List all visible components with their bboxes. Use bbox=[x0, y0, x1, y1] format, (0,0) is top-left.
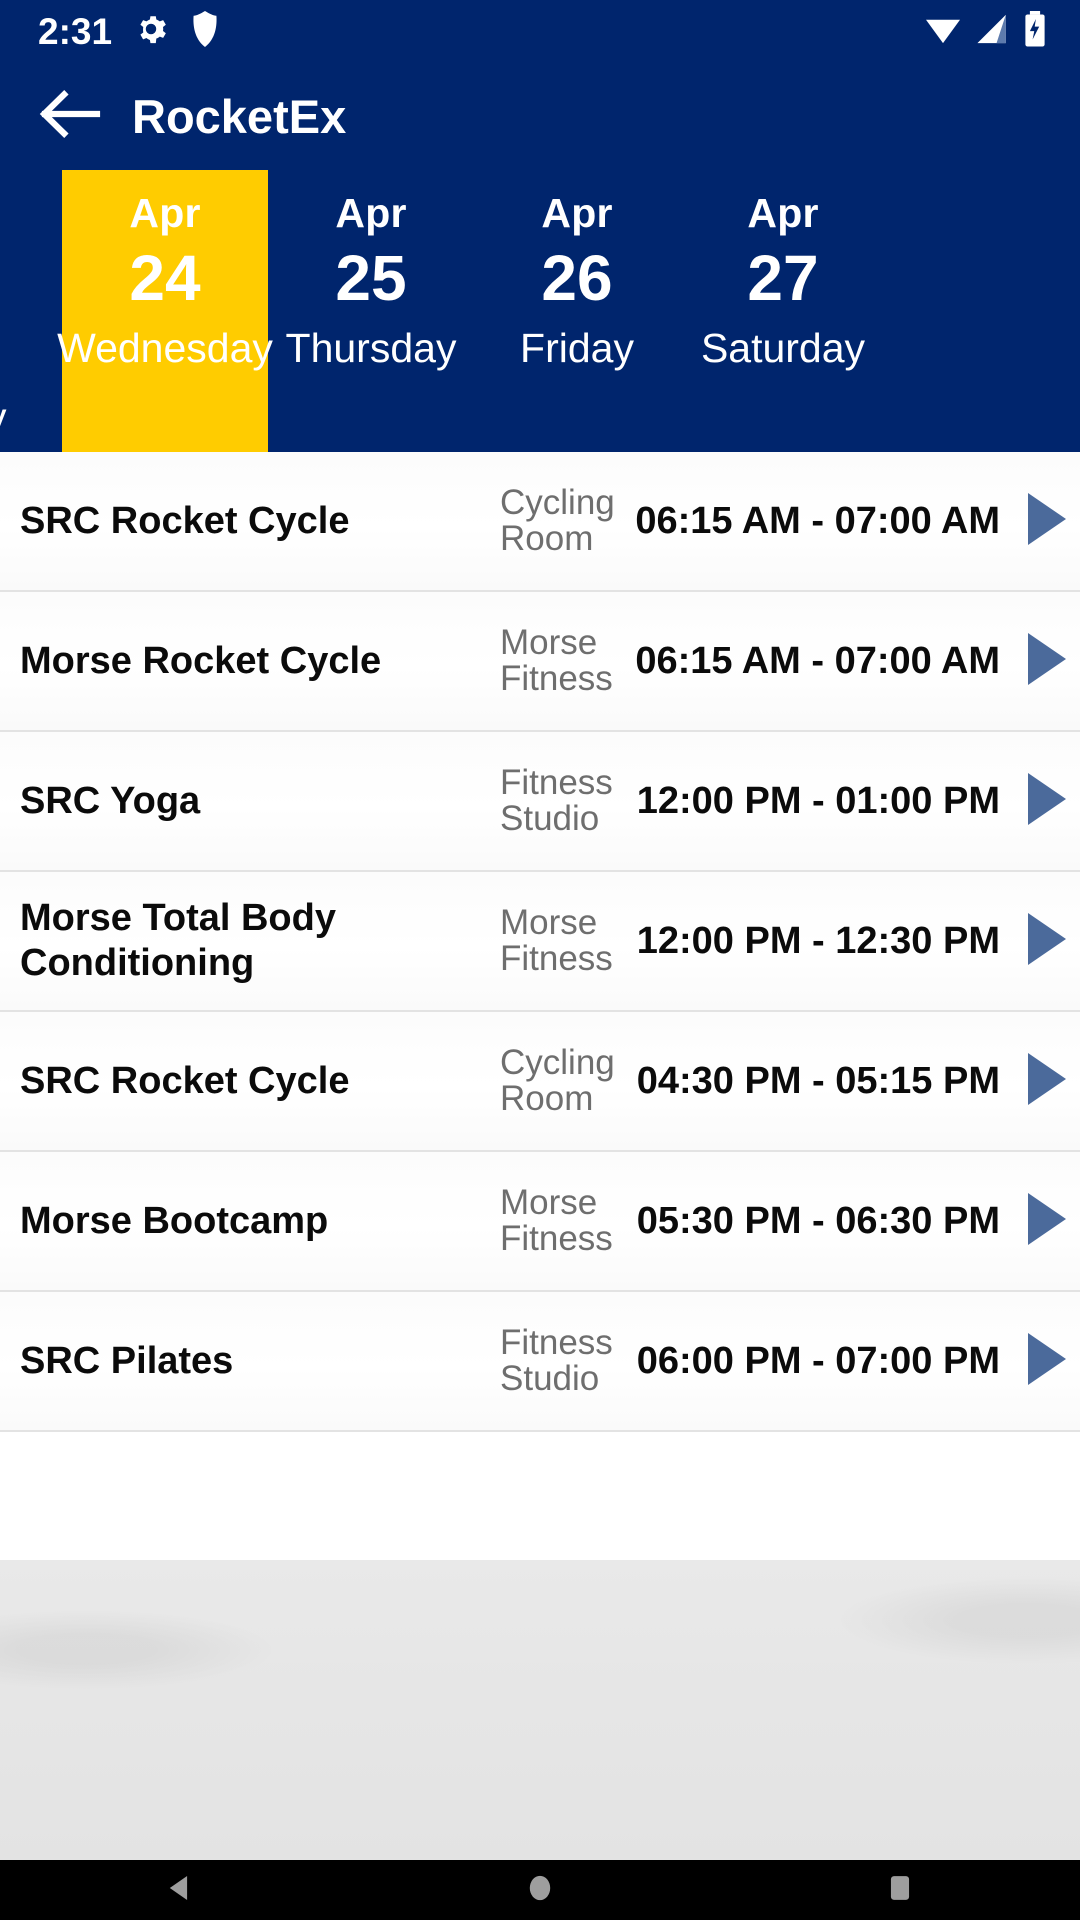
schedule-row[interactable]: SRC Pilates Fitness Studio 06:00 PM - 07:0… bbox=[0, 1292, 1080, 1432]
class-location: Morse Fitness bbox=[500, 623, 613, 698]
class-name: Morse Bootcamp bbox=[20, 1199, 329, 1242]
schedule-row[interactable]: Morse Bootcamp Morse Fitness 05:30 PM - 06… bbox=[0, 1152, 1080, 1292]
row-open-button[interactable] bbox=[1014, 490, 1080, 553]
date-tab-day: 26 bbox=[541, 242, 613, 315]
date-tab-day: 27 bbox=[747, 242, 819, 315]
status-bar-left: 2:31 bbox=[0, 10, 220, 52]
home-nav-button[interactable] bbox=[480, 1860, 600, 1920]
square-recents-icon bbox=[883, 1871, 917, 1910]
schedule-row[interactable]: SRC Rocket Cycle Cycling Room 06:15 AM - 0… bbox=[0, 452, 1080, 592]
battery-charging-icon bbox=[1024, 10, 1046, 52]
gear-icon bbox=[134, 12, 168, 51]
recents-nav-button[interactable] bbox=[840, 1860, 960, 1920]
date-tab-partial[interactable]: y bbox=[0, 170, 62, 452]
date-tab-weekday: Thursday bbox=[285, 324, 457, 371]
system-navigation-bar bbox=[0, 1860, 1080, 1920]
back-arrow-icon bbox=[39, 88, 101, 145]
row-open-button[interactable] bbox=[1014, 1050, 1080, 1113]
status-bar: 2:31 bbox=[0, 0, 1080, 62]
class-location: Cycling Room bbox=[500, 1043, 615, 1118]
date-tab-day: 25 bbox=[335, 242, 407, 315]
play-arrow-icon bbox=[1024, 910, 1070, 973]
class-time-range: 05:30 PM - 06:30 PM bbox=[636, 1199, 1000, 1242]
class-name: Morse Rocket Cycle bbox=[20, 639, 382, 682]
class-time-range: 06:00 PM - 07:00 PM bbox=[636, 1339, 1000, 1382]
date-tab-weekday: Friday bbox=[520, 324, 634, 371]
class-location: Cycling Room bbox=[500, 483, 615, 558]
play-arrow-icon bbox=[1024, 1050, 1070, 1113]
class-location: Morse Fitness bbox=[500, 903, 613, 978]
date-tab-month: Apr bbox=[129, 190, 201, 236]
play-arrow-icon bbox=[1024, 1330, 1070, 1393]
play-arrow-icon bbox=[1024, 1190, 1070, 1253]
date-tab-25[interactable]: Apr 25 Thursday bbox=[268, 170, 474, 452]
date-tab-26[interactable]: Apr 26 Friday bbox=[474, 170, 680, 452]
date-tab-row: yApr24WednesdayApr25ThursdayApr26FridayA… bbox=[0, 170, 886, 472]
shield-icon bbox=[190, 10, 220, 52]
date-tab-day: 24 bbox=[129, 242, 201, 315]
date-tab-strip[interactable]: yApr24WednesdayApr25ThursdayApr26FridayA… bbox=[0, 170, 1080, 472]
class-name: SRC Yoga bbox=[20, 779, 201, 822]
status-bar-clock: 2:31 bbox=[38, 10, 113, 52]
class-time-range: 04:30 PM - 05:15 PM bbox=[636, 1059, 1000, 1102]
class-time-range: 06:15 AM - 07:00 AM bbox=[635, 639, 1000, 682]
back-button[interactable] bbox=[22, 68, 118, 164]
class-time-range: 12:00 PM - 12:30 PM bbox=[636, 919, 1000, 962]
page-title: RocketEx bbox=[132, 89, 347, 143]
play-arrow-icon bbox=[1024, 770, 1070, 833]
app-bar: RocketEx bbox=[0, 62, 1080, 170]
date-tab-month: Apr bbox=[747, 190, 819, 236]
wifi-icon bbox=[924, 12, 962, 51]
schedule-row[interactable]: SRC Rocket Cycle Cycling Room 04:30 PM - 0… bbox=[0, 1012, 1080, 1152]
class-time-range: 12:00 PM - 01:00 PM bbox=[636, 779, 1000, 822]
date-tab-weekday: y bbox=[0, 395, 7, 439]
row-open-button[interactable] bbox=[1014, 1330, 1080, 1393]
class-name: Morse Total Body Conditioning bbox=[20, 897, 336, 984]
date-tab-27[interactable]: Apr 27 Saturday bbox=[680, 170, 886, 452]
row-open-button[interactable] bbox=[1014, 1190, 1080, 1253]
class-location: Fitness Studio bbox=[500, 1323, 613, 1398]
circle-home-icon bbox=[523, 1871, 557, 1910]
schedule-row[interactable]: Morse Total Body Conditioning Morse Fitne… bbox=[0, 872, 1080, 1012]
schedule-list[interactable]: SRC Rocket Cycle Cycling Room 06:15 AM - 0… bbox=[0, 452, 1080, 1560]
phone-screen: 2:31 RocketEx Apr 24 Wednesday Apr 25 Th… bbox=[0, 0, 1080, 1920]
cellular-signal-icon bbox=[976, 12, 1010, 51]
row-open-button[interactable] bbox=[1014, 630, 1080, 693]
class-name: SRC Rocket Cycle bbox=[20, 499, 350, 542]
empty-area-below-list bbox=[0, 1560, 1080, 1860]
back-nav-button[interactable] bbox=[120, 1860, 240, 1920]
row-open-button[interactable] bbox=[1014, 910, 1080, 973]
class-name: SRC Rocket Cycle bbox=[20, 1059, 350, 1102]
date-tab-weekday: Wednesday bbox=[57, 324, 273, 371]
triangle-back-icon bbox=[163, 1871, 197, 1910]
date-tab-weekday: Saturday bbox=[700, 324, 866, 371]
row-open-button[interactable] bbox=[1014, 770, 1080, 833]
class-location: Morse Fitness bbox=[500, 1183, 613, 1258]
date-tab-month: Apr bbox=[335, 190, 407, 236]
class-location: Fitness Studio bbox=[500, 763, 613, 838]
class-name: SRC Pilates bbox=[20, 1339, 234, 1382]
play-arrow-icon bbox=[1024, 630, 1070, 693]
schedule-row[interactable]: Morse Rocket Cycle Morse Fitness 06:15 AM … bbox=[0, 592, 1080, 732]
schedule-rows: SRC Rocket Cycle Cycling Room 06:15 AM - 0… bbox=[0, 452, 1080, 1432]
schedule-row[interactable]: SRC Yoga Fitness Studio 12:00 PM - 01:00 P… bbox=[0, 732, 1080, 872]
date-tab-24[interactable]: Apr 24 Wednesday bbox=[57, 170, 273, 472]
date-tab-month: Apr bbox=[541, 190, 613, 236]
status-bar-right bbox=[924, 10, 1080, 52]
play-arrow-icon bbox=[1024, 490, 1070, 553]
class-time-range: 06:15 AM - 07:00 AM bbox=[635, 499, 1000, 542]
